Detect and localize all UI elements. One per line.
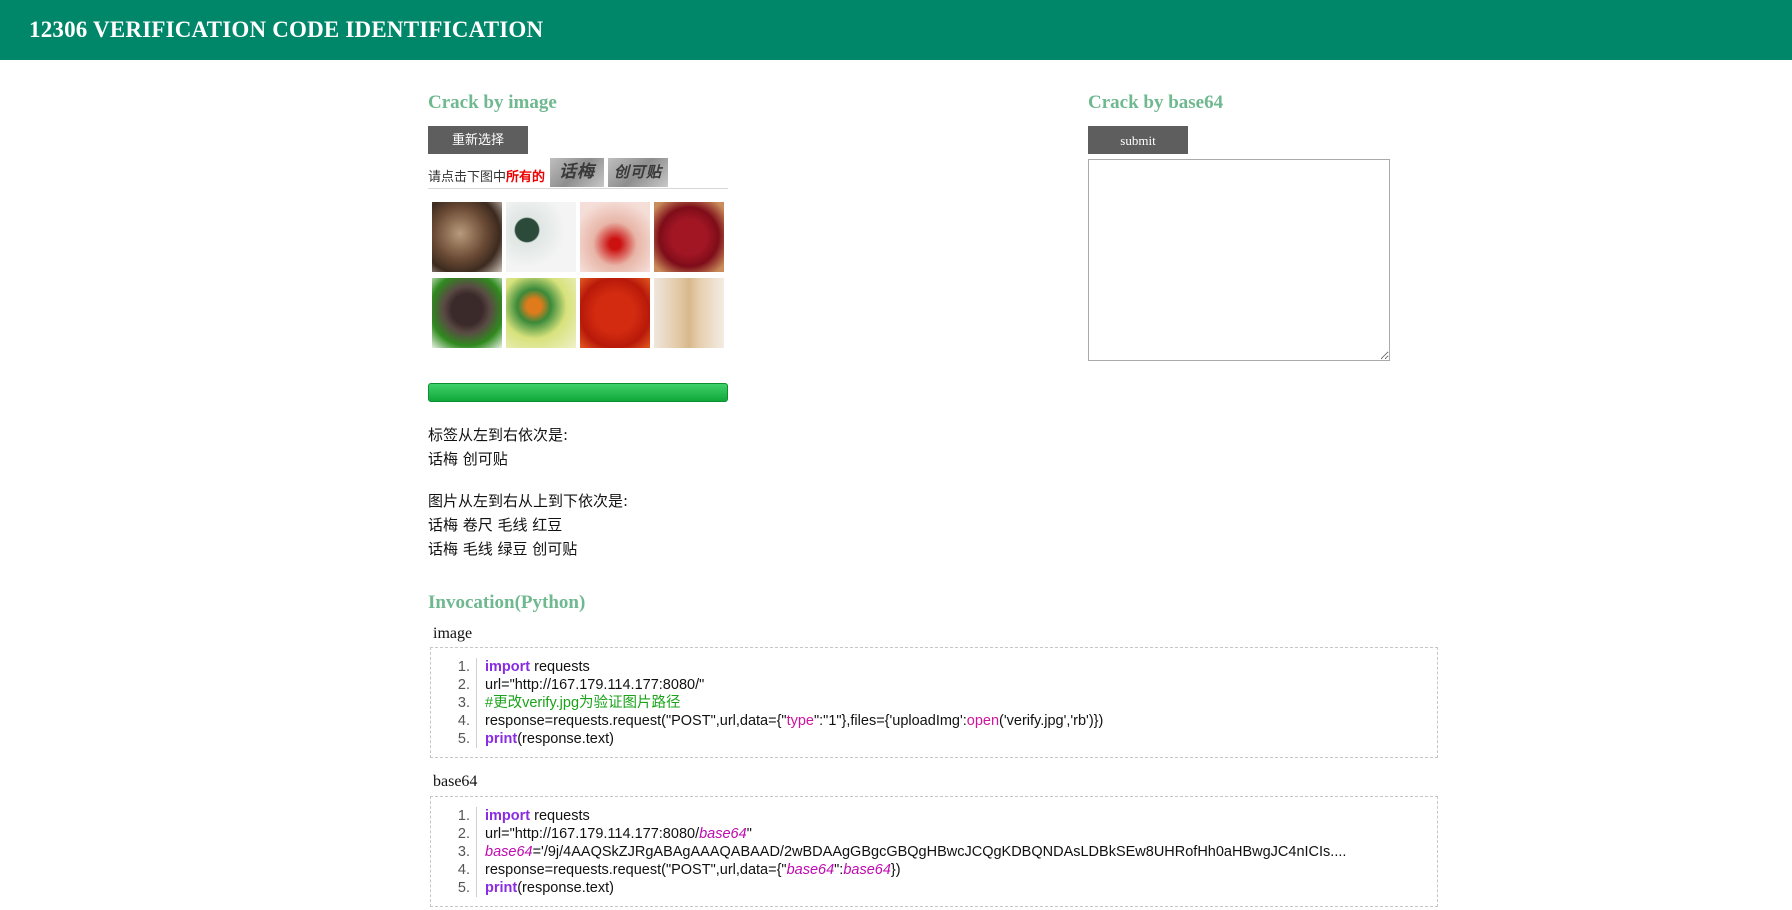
code-text: url="http://167.179.114.177:8080/" (485, 677, 705, 693)
code-string-key: type (786, 713, 814, 729)
captcha-tile-7[interactable] (580, 278, 650, 348)
code-line: 2. url="http://167.179.114.177:8080/base6… (431, 825, 1437, 843)
line-number: 1. (445, 658, 477, 676)
labels-value: 话梅 创可贴 (428, 450, 508, 468)
base64-textarea[interactable] (1088, 159, 1390, 361)
base64-code-label: base64 (433, 773, 478, 790)
submit-button[interactable]: submit (1088, 126, 1188, 154)
code-line: 4. response=requests.request("POST",url,d… (431, 712, 1437, 730)
code-text: }) (890, 862, 901, 878)
code-line: 2. url="http://167.179.114.177:8080/" (431, 676, 1437, 694)
line-number: 4. (445, 712, 477, 730)
header-bar: 12306 VERIFICATION CODE IDENTIFICATION (0, 0, 1792, 60)
line-number: 1. (445, 807, 477, 825)
code-text: response=requests.request("POST",url,dat… (485, 713, 787, 729)
image-code-label: image (433, 625, 473, 642)
code-line: 5. print(response.text) (431, 730, 1437, 748)
captcha-tile-3[interactable] (580, 202, 650, 272)
code-text: response=requests.request("POST",url,dat… (485, 862, 787, 878)
code-text: ('verify.jpg','rb')}) (999, 713, 1104, 729)
captcha-word-1: 话梅 (550, 158, 604, 187)
code-text: ='/9j/4AAQSkZJRgABAgAAAQABAAD/2wBDAAgGBg… (532, 844, 1347, 860)
code-keyword: print (485, 880, 518, 896)
captcha-tile-2[interactable] (506, 202, 576, 272)
code-text: url="http://167.179.114.177:8080/ (485, 826, 700, 842)
code-text: (response.text) (517, 880, 614, 896)
code-line: 1. import requests (431, 807, 1437, 825)
line-number: 3. (445, 694, 477, 712)
images-row-1: 话梅 卷尺 毛线 红豆 (428, 516, 563, 534)
invocation-title: Invocation(Python) (428, 592, 586, 613)
base64-code-block: 1. import requests 2. url="http://167.179.… (430, 796, 1438, 907)
code-line: 1. import requests (431, 658, 1437, 676)
captcha-tile-8[interactable] (654, 278, 724, 348)
captcha-prompt-text: 请点击下图中 (428, 170, 507, 185)
code-text: (response.text) (517, 731, 614, 747)
code-text: requests (530, 659, 590, 675)
code-variable: base64 (699, 826, 747, 842)
captcha-tile-1[interactable] (432, 202, 502, 272)
captcha-image[interactable]: 请点击下图中所有的 话梅 创可贴 (428, 158, 728, 356)
line-number: 5. (445, 730, 477, 748)
crack-by-base64-title: Crack by base64 (1088, 92, 1224, 113)
crack-by-image-title: Crack by image (428, 92, 557, 113)
captcha-prompt: 请点击下图中所有的 (428, 166, 545, 185)
captcha-tile-4[interactable] (654, 202, 724, 272)
reselect-button[interactable]: 重新选择 (428, 126, 528, 154)
captcha-tile-5[interactable] (432, 278, 502, 348)
code-keyword: import (485, 808, 531, 824)
labels-heading: 标签从左到右依次是: (428, 426, 569, 444)
captcha-prompt-highlight: 所有的 (506, 170, 546, 185)
line-number: 4. (445, 861, 477, 879)
captcha-header: 请点击下图中所有的 话梅 创可贴 (428, 158, 728, 189)
code-keyword: import (485, 659, 531, 675)
code-builtin: open (966, 713, 1000, 729)
line-number: 3. (445, 843, 477, 861)
code-text: " (746, 826, 752, 842)
code-line: 4. response=requests.request("POST",url,d… (431, 861, 1437, 879)
line-number: 2. (445, 825, 477, 843)
code-line: 5. print(response.text) (431, 879, 1437, 897)
code-comment: #更改verify.jpg为验证图片路径 (485, 695, 681, 711)
code-variable: base64 (485, 844, 533, 860)
captcha-tile-6[interactable] (506, 278, 576, 348)
image-code-block: 1. import requests 2. url="http://167.179.… (430, 647, 1438, 758)
code-line: 3. base64='/9j/4AAQSkZJRgABAgAAAQABAAD/2w… (431, 843, 1437, 861)
code-text: ":"1"},files={'uploadImg': (814, 713, 967, 729)
images-row-2: 话梅 毛线 绿豆 创可贴 (428, 540, 578, 558)
page-title: 12306 VERIFICATION CODE IDENTIFICATION (29, 17, 544, 42)
code-variable: base64 (843, 862, 891, 878)
captcha-word-2: 创可贴 (608, 158, 668, 187)
line-number: 2. (445, 676, 477, 694)
line-number: 5. (445, 879, 477, 897)
code-text: ": (834, 862, 844, 878)
progress-bar (428, 383, 728, 402)
code-variable: base64 (786, 862, 835, 878)
code-keyword: print (485, 731, 518, 747)
code-line: 3. #更改verify.jpg为验证图片路径 (431, 694, 1437, 712)
code-text: requests (530, 808, 590, 824)
images-heading: 图片从左到右从上到下依次是: (428, 492, 629, 510)
